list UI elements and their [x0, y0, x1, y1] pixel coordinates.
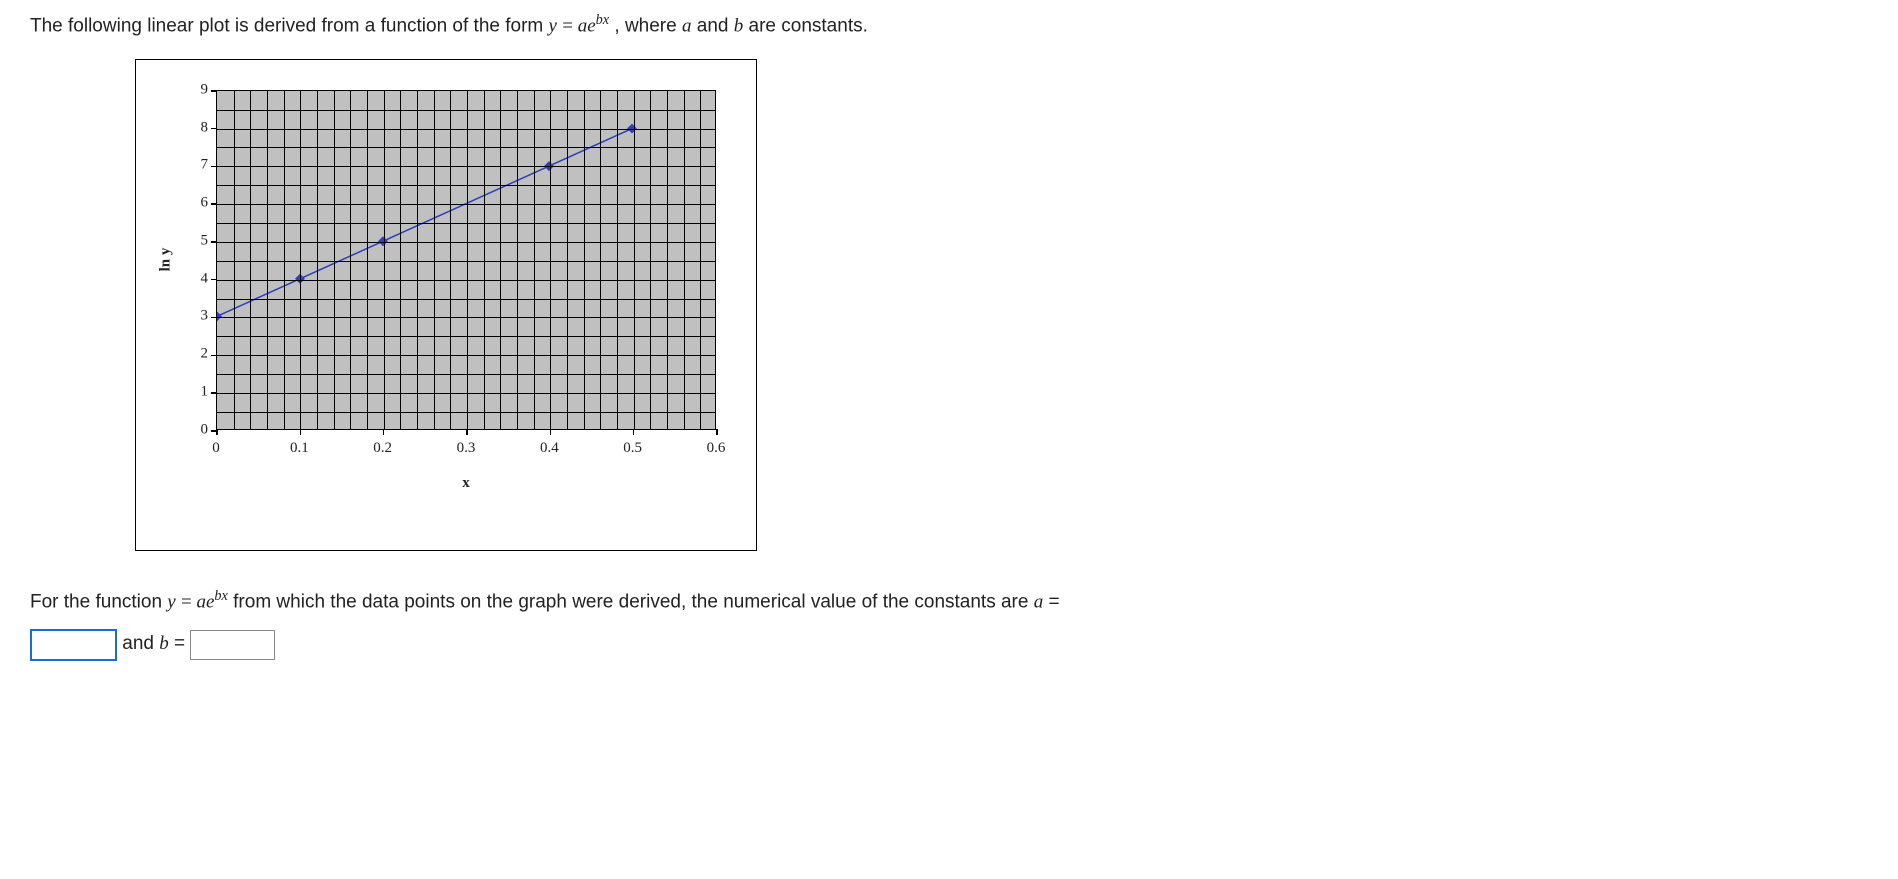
eq2-exp-b: b: [214, 588, 221, 604]
chart-frame: ln y x 0 0.1 0.2 0.3 0.4 0.5 0.6 0 1 2 3 4 5 6 7 8 9: [135, 59, 757, 551]
eq-exp-b: b: [596, 12, 603, 28]
const-and: and: [697, 15, 734, 36]
x-tick-label: 0.2: [373, 440, 392, 457]
data-point: [217, 311, 222, 321]
y-tick-label: 0: [188, 421, 208, 438]
y-tick-label: 8: [188, 119, 208, 136]
plot-area: [216, 90, 716, 430]
answer-pre: For the function: [30, 591, 167, 612]
question-intro: The following linear plot is derived fro…: [30, 10, 1868, 41]
x-tick-label: 0.5: [623, 440, 642, 457]
const-a: a: [682, 15, 692, 36]
eq-y: y: [549, 15, 557, 36]
eq2-exp-x: x: [222, 588, 228, 604]
answer-b-sym: b: [159, 633, 169, 654]
y-tick-label: 1: [188, 384, 208, 401]
x-axis-title: x: [216, 475, 716, 492]
eq-equals: =: [562, 15, 577, 36]
answer-mid: from which the data points on the graph …: [233, 591, 1034, 612]
chart-overlay: [217, 91, 715, 429]
y-tick-label: 5: [188, 232, 208, 249]
answer-b-eq: =: [174, 633, 190, 654]
eq2-a: a: [196, 591, 206, 612]
eq2-y: y: [167, 591, 175, 612]
input-a[interactable]: [30, 629, 117, 661]
intro-pre: The following linear plot is derived fro…: [30, 15, 549, 36]
answer-and: and: [122, 633, 159, 654]
x-tick-label: 0.3: [457, 440, 476, 457]
eq-e: e: [587, 15, 595, 36]
answer-prompt: For the function y = aebx from which the…: [30, 581, 1868, 665]
x-tick-label: 0: [212, 440, 220, 457]
input-b[interactable]: [190, 630, 275, 660]
y-tick-label: 9: [188, 81, 208, 98]
x-tick-label: 0.6: [707, 440, 726, 457]
y-tick-label: 6: [188, 195, 208, 212]
y-tick-label: 4: [188, 270, 208, 287]
x-tick-label: 0.1: [290, 440, 309, 457]
x-tick-label: 0.4: [540, 440, 559, 457]
intro-tail: are constants.: [749, 15, 868, 36]
answer-a-sym: a: [1034, 591, 1044, 612]
y-tick-label: 3: [188, 308, 208, 325]
eq-a: a: [578, 15, 588, 36]
eq-exp-x: x: [603, 12, 609, 28]
eq2-equals: =: [181, 591, 196, 612]
answer-a-eq: =: [1049, 591, 1060, 612]
y-tick-label: 7: [188, 157, 208, 174]
intro-post: , where: [614, 15, 682, 36]
const-b: b: [734, 15, 744, 36]
y-axis-title: ln y: [156, 90, 176, 430]
y-tick-label: 2: [188, 346, 208, 363]
